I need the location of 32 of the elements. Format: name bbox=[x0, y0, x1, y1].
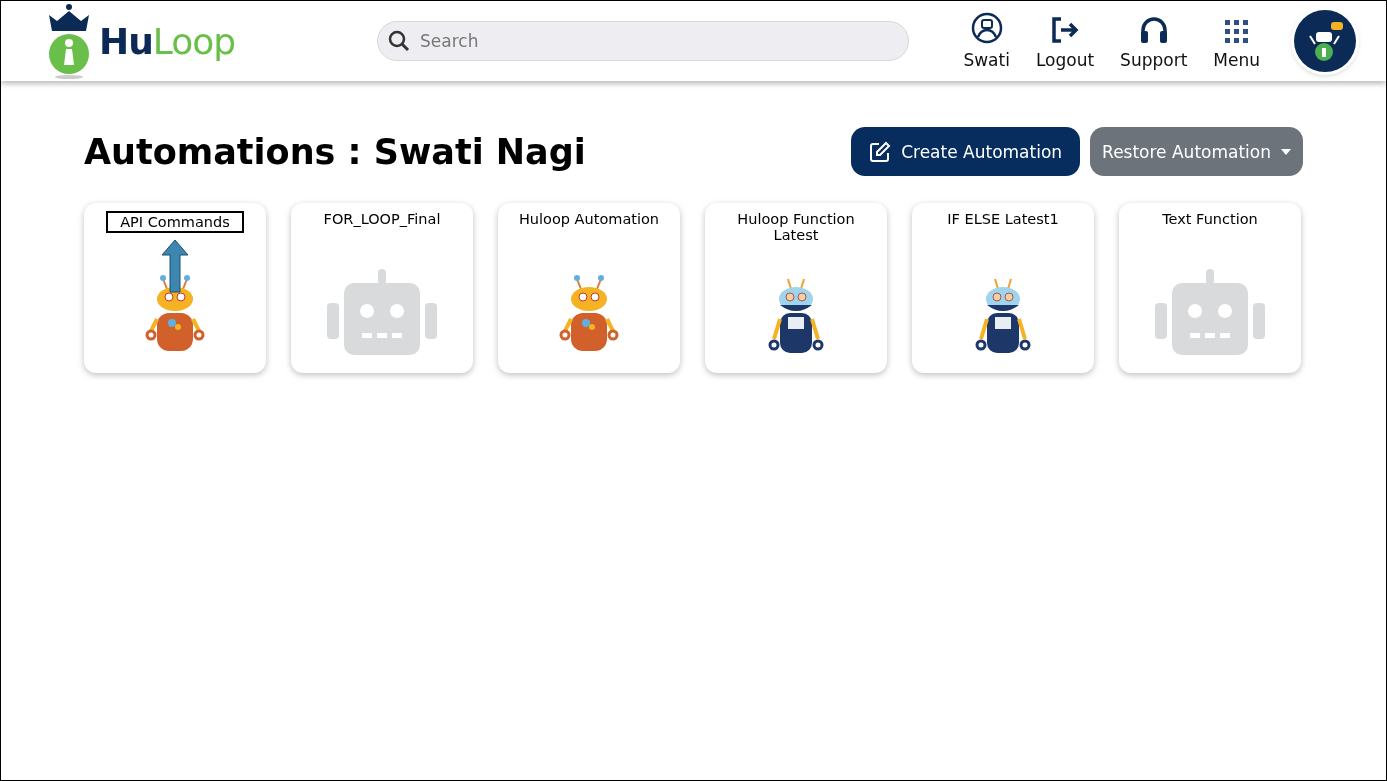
logout-icon bbox=[1049, 16, 1081, 44]
logo-icon bbox=[47, 3, 91, 79]
callout-arrow bbox=[160, 239, 190, 293]
automation-card[interactable]: Huloop Automation bbox=[498, 203, 680, 373]
nav-button[interactable]: Logout bbox=[1035, 16, 1095, 70]
robot-icon bbox=[1155, 269, 1265, 357]
assistant-avatar[interactable] bbox=[1294, 10, 1356, 72]
automation-card[interactable]: API Commands bbox=[84, 203, 266, 373]
automation-name: Huloop Automation bbox=[517, 211, 661, 227]
create-automation-button[interactable]: Create Automation bbox=[851, 127, 1081, 176]
page-title: Automations : Swati Nagi bbox=[84, 131, 587, 172]
automation-name: Huloop Function Latest bbox=[736, 211, 856, 243]
nav-button[interactable]: Swati bbox=[963, 12, 1010, 70]
automation-name: FOR_LOOP_Final bbox=[322, 211, 442, 227]
logo-text: HuLoop bbox=[99, 20, 236, 62]
automation-card[interactable]: Huloop Function Latest bbox=[705, 203, 887, 373]
nav-button[interactable]: Menu bbox=[1213, 20, 1260, 70]
caret-icon bbox=[1281, 148, 1291, 155]
automation-card[interactable]: Text Function bbox=[1119, 203, 1301, 373]
edit-icon bbox=[869, 140, 892, 163]
nav-button[interactable]: Support bbox=[1120, 16, 1188, 70]
menu-icon bbox=[1224, 20, 1249, 44]
automation-name: IF ELSE Latest1 bbox=[946, 211, 1060, 227]
automation-name: Text Function bbox=[1161, 211, 1259, 227]
automation-name: API Commands bbox=[106, 211, 244, 233]
automation-card[interactable]: FOR_LOOP_Final bbox=[291, 203, 473, 373]
user-icon bbox=[970, 12, 1003, 44]
search-field[interactable]: Search bbox=[377, 21, 909, 61]
robot-icon bbox=[327, 269, 437, 357]
headset-icon bbox=[1138, 16, 1169, 44]
restore-automation-button[interactable]: Restore Automation bbox=[1090, 127, 1303, 176]
automation-card[interactable]: IF ELSE Latest1 bbox=[912, 203, 1094, 373]
